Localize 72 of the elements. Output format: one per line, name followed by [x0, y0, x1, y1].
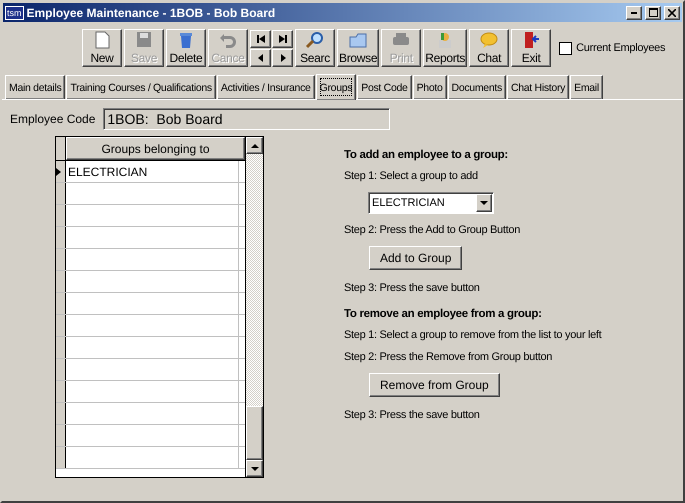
toolbar-button[interactable]: Chat	[469, 29, 510, 67]
first-icon	[256, 34, 264, 42]
minimize-icon	[631, 12, 637, 14]
toolbar-button[interactable]: Exit	[511, 29, 552, 67]
toolbar-button[interactable]: Searc	[295, 29, 335, 67]
row-selector[interactable]	[56, 403, 66, 424]
tab[interactable]: Training Courses / Qualifications	[66, 75, 216, 99]
minimize-button[interactable]	[626, 6, 642, 20]
maximize-icon	[648, 8, 658, 17]
row-selector[interactable]	[56, 293, 66, 314]
row-selector[interactable]	[56, 161, 66, 182]
row-selector[interactable]	[56, 359, 66, 380]
checkbox[interactable]	[559, 42, 572, 54]
right-arrow-icon	[278, 54, 286, 62]
action-button[interactable]: Add to Group	[369, 246, 462, 270]
scroll-thumb[interactable]	[246, 406, 263, 460]
scroll-down-button[interactable]	[246, 460, 263, 477]
row-selector[interactable]	[56, 183, 66, 204]
table-cell[interactable]: ELECTRICIAN	[66, 161, 239, 182]
row-selector[interactable]	[56, 381, 66, 402]
first-record-button[interactable]	[250, 30, 271, 48]
row-selector[interactable]	[56, 271, 66, 292]
step-text: Step 2: Press the Add to Group Button	[344, 224, 520, 236]
tab[interactable]: Photo	[412, 75, 447, 99]
step-text: Step 3: Press the save button	[344, 409, 480, 421]
next-record-button[interactable]	[272, 48, 293, 66]
row-selector[interactable]	[56, 227, 66, 248]
maximize-button[interactable]	[645, 6, 661, 20]
toolbar-button[interactable]: New	[82, 29, 122, 67]
dropdown-arrow-icon	[480, 199, 488, 207]
previous-record-button[interactable]	[250, 48, 271, 66]
search-icon	[305, 31, 325, 49]
tab[interactable]: Email	[570, 75, 603, 99]
last-icon	[278, 34, 286, 42]
group-dropdown[interactable]: ELECTRICIAN	[368, 192, 494, 214]
folder-icon	[348, 31, 368, 49]
toolbar-button[interactable]: Delete	[166, 29, 206, 67]
scroll-up-button[interactable]	[246, 137, 263, 154]
row-selector[interactable]	[56, 249, 66, 270]
tab[interactable]: Main details	[5, 75, 66, 99]
left-arrow-icon	[256, 54, 264, 62]
action-button[interactable]: Remove from Group	[369, 373, 500, 397]
employee-code-field[interactable]: 1BOB: Bob Board	[103, 108, 390, 130]
tab[interactable]: Post Code	[357, 75, 412, 99]
close-icon	[668, 8, 676, 16]
down-arrow-icon	[250, 464, 258, 472]
row-selector[interactable]	[56, 447, 66, 468]
column-header: Groups belonging to	[66, 137, 245, 160]
toolbar-button[interactable]: Reports	[423, 29, 468, 67]
tab[interactable]: Chat History	[506, 75, 570, 99]
checkbox-label: Current Employees	[576, 42, 666, 54]
row-selector[interactable]	[56, 337, 66, 358]
step-text: Step 1: Select a group to add	[344, 170, 478, 182]
window-title: Employee Maintenance - 1BOB - Bob Board	[26, 6, 276, 20]
tab[interactable]: Activities / Insurance	[216, 75, 315, 99]
section-heading: To remove an employee from a group:	[344, 308, 542, 320]
app-icon: tsm	[5, 6, 24, 20]
row-selector[interactable]	[56, 425, 66, 446]
speech-bubble-icon	[479, 31, 500, 49]
tab[interactable]: Groups	[316, 74, 356, 100]
tab[interactable]: Documents	[448, 75, 506, 99]
section-heading: To add an employee to a group:	[344, 149, 508, 161]
close-button[interactable]	[664, 6, 680, 20]
row-selector[interactable]	[56, 205, 66, 226]
up-arrow-icon	[250, 142, 258, 150]
step-text: Step 1: Select a group to remove from the list to your left	[344, 329, 602, 341]
row-selector[interactable]	[56, 315, 66, 336]
last-record-button[interactable]	[272, 30, 293, 48]
step-text: Step 3: Press the save button	[344, 282, 480, 294]
field-label: Employee Code	[10, 112, 96, 126]
toolbar-button[interactable]: Browse	[337, 29, 380, 67]
step-text: Step 2: Press the Remove from Group button	[344, 351, 552, 363]
